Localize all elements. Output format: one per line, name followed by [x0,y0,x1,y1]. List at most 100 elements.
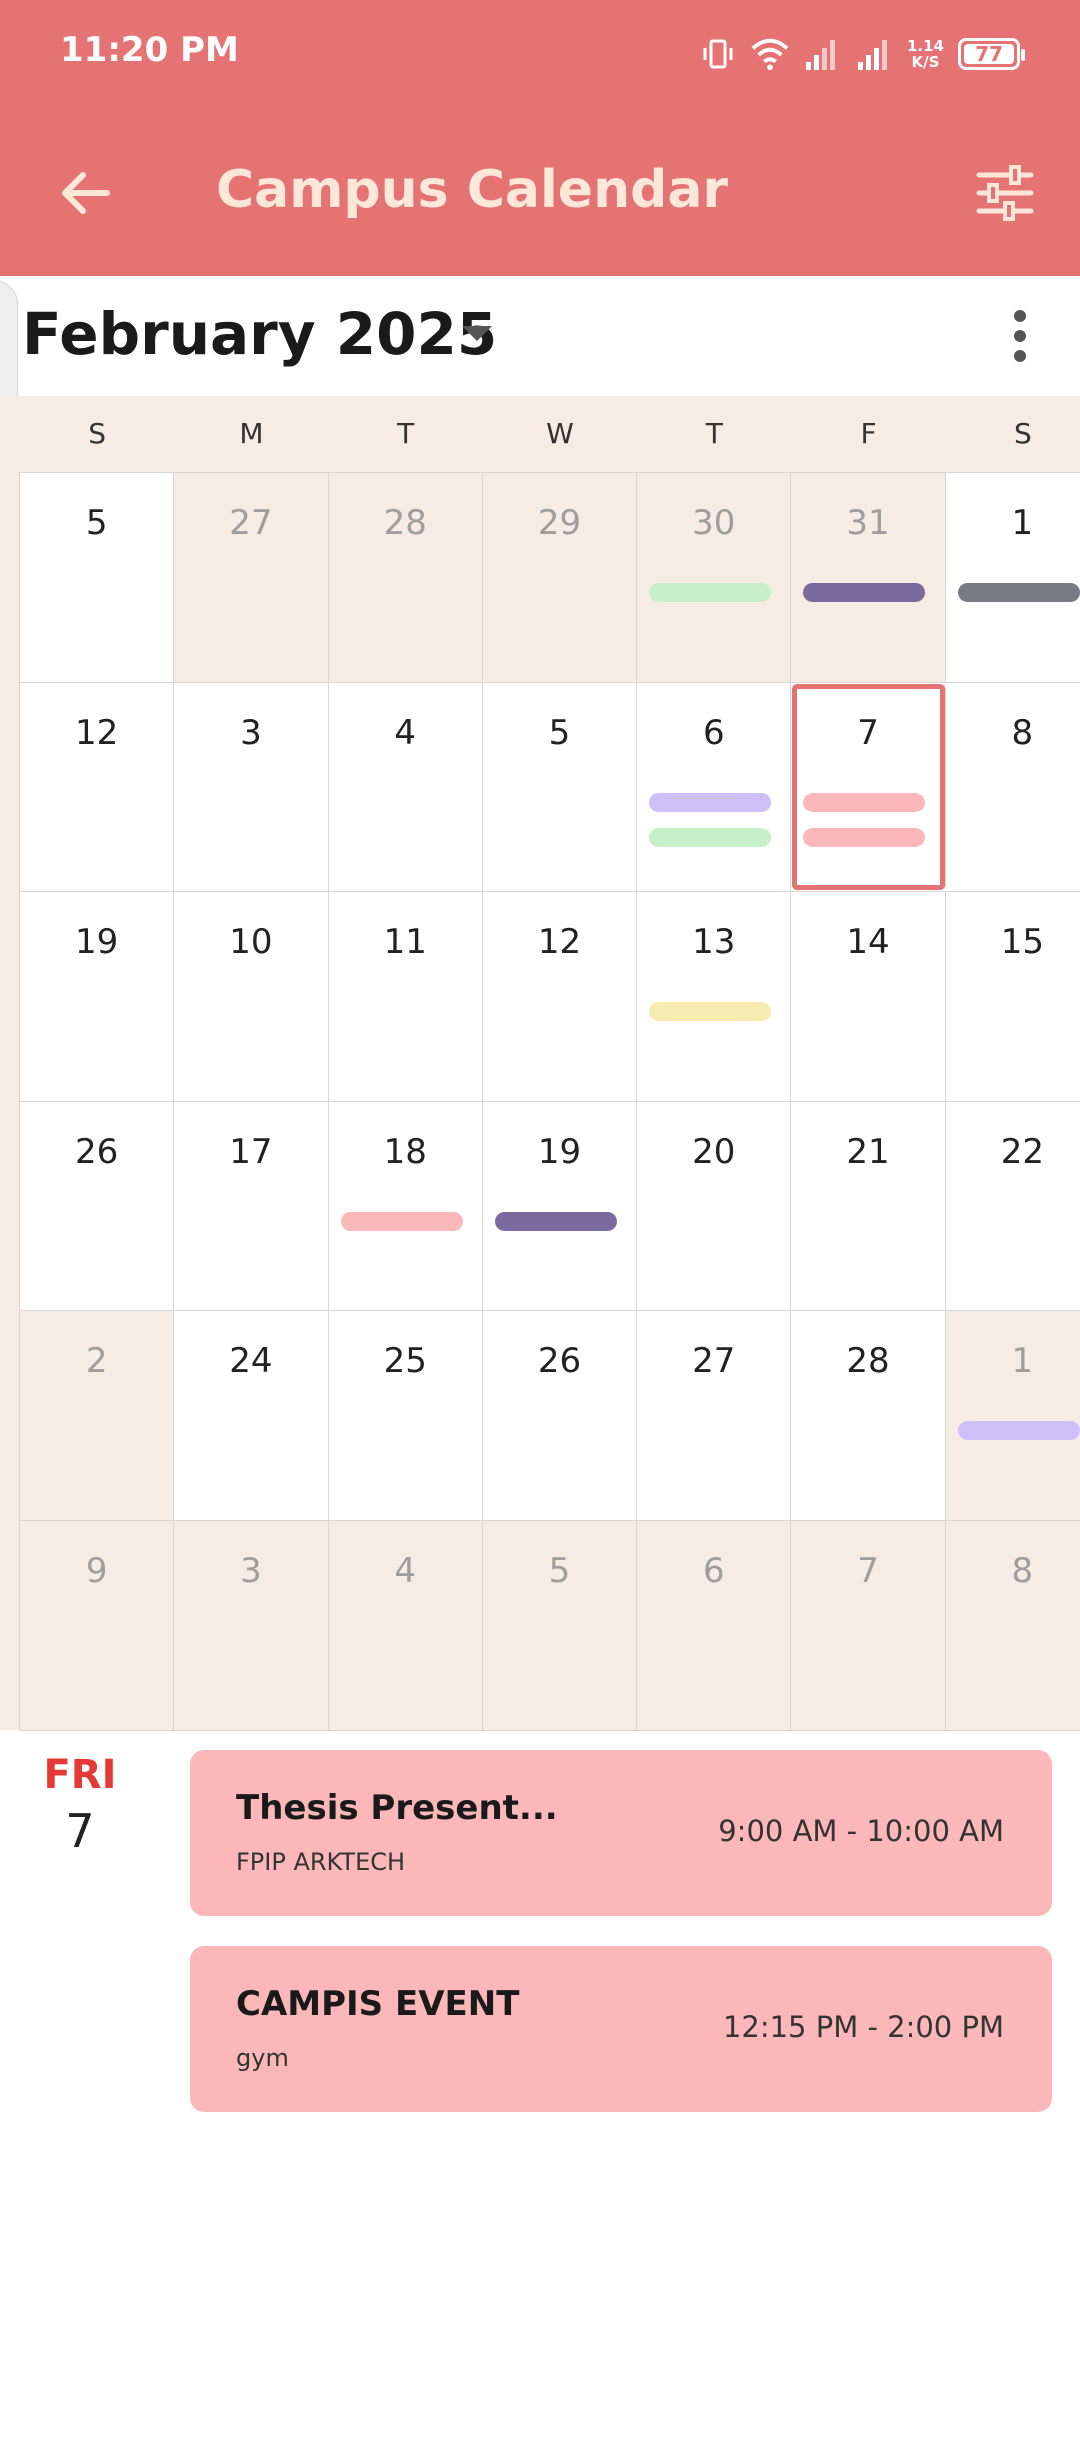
day-cell[interactable]: 5 [483,682,638,892]
day-number: 8 [1011,1550,1034,1591]
day-number: 21 [846,1131,890,1172]
day-cell[interactable]: 26 [483,1311,638,1520]
day-cell[interactable]: 15 [946,892,1080,1101]
day-cell[interactable]: 5 [20,473,175,682]
day-number: 9 [85,1550,108,1591]
day-number: 5 [85,503,108,543]
day-cell[interactable]: 26 [20,1101,175,1311]
day-number: 26 [75,1131,119,1172]
day-cell[interactable]: 30 [637,473,792,682]
day-number: 28 [846,1341,890,1382]
event-indicator [494,1211,617,1231]
signal-icon [803,34,841,74]
day-cell[interactable]: 9 [20,1520,175,1730]
day-cell[interactable]: 8 [946,683,1080,892]
grid-gutter [0,472,20,1730]
day-number: 28 [383,503,427,543]
day-cell[interactable]: 8 [945,1520,1080,1730]
day-cell[interactable]: 31 [791,473,946,682]
day-cell[interactable]: 12 [483,892,638,1101]
day-cell[interactable]: 13 [637,892,792,1101]
weekday-gutter [0,396,20,472]
day-cell[interactable]: 14 [791,892,946,1101]
day-number: 11 [383,922,427,963]
day-number: 3 [240,1550,262,1591]
day-cell[interactable]: 21 [791,1101,946,1311]
day-number: 5 [548,1550,571,1591]
month-selector[interactable]: February 2025 [22,300,497,368]
day-cell[interactable]: 22 [946,1102,1080,1311]
weekday-label: S [1013,417,1032,450]
weekday-label: M [239,417,264,450]
day-cell[interactable]: 3 [174,682,329,892]
day-cell[interactable]: 1 [946,473,1080,682]
wifi-icon [751,34,789,74]
day-cell[interactable]: 27 [174,473,329,682]
filter-button[interactable] [970,158,1040,228]
arrow-left-icon [62,172,110,214]
day-cell[interactable]: 12 [20,682,175,892]
day-cell[interactable]: 1 [945,1311,1080,1520]
page-title: Campus Calendar [216,160,729,220]
day-number: 7 [857,1550,879,1591]
more-vert-icon [1014,310,1026,322]
event-indicator [649,792,772,812]
day-number: 18 [383,1131,427,1172]
day-cell[interactable]: 28 [791,1311,946,1520]
event-card[interactable]: Thesis Present... FPIP ARKTECH 9:00 AM -… [190,1750,1052,1916]
caret-down-icon[interactable] [462,326,492,341]
event-location: gym [236,2044,289,2072]
day-number: 17 [229,1131,273,1172]
day-cell[interactable]: 24 [174,1311,329,1520]
day-cell[interactable]: 18 [329,1101,483,1311]
day-cell[interactable]: 4 [328,1520,483,1730]
day-cell[interactable]: 29 [482,473,638,682]
event-location: FPIP ARKTECH [236,1848,406,1876]
day-cell[interactable]: 7 [791,1520,946,1730]
day-number: 6 [702,1550,725,1591]
day-number: 19 [75,922,119,963]
day-cell[interactable]: 17 [174,1101,329,1311]
day-number: 15 [1000,922,1044,963]
day-number: 27 [692,1341,736,1382]
day-cell[interactable]: 6 [637,682,792,892]
day-cell[interactable]: 3 [174,1520,329,1730]
weekday-label: S [88,417,107,450]
day-number: 22 [1000,1131,1044,1172]
net-speed: 1.14 K/S [906,37,944,71]
day-number: 31 [846,503,890,543]
day-number: 10 [229,922,273,963]
event-indicator [803,583,926,602]
sliders-icon [976,165,1034,221]
day-cell[interactable]: 25 [329,1311,483,1520]
day-cell[interactable]: 20 [637,1101,792,1311]
week-row: 26 17 18 19 20 21 22 [20,1101,1080,1312]
weekday-header: SMTWTFS [20,396,1080,472]
event-card[interactable]: CAMPIS EVENT gym 12:15 PM - 2:00 PM [190,1946,1052,2112]
day-number: 2 [85,1341,108,1382]
day-cell[interactable]: 6 [637,1520,792,1730]
day-number: 12 [75,712,119,753]
day-cell[interactable]: 11 [329,892,483,1101]
day-number: 26 [537,1341,582,1382]
day-cell[interactable]: 28 [328,473,483,682]
status-time: 11:20 PM [60,30,239,70]
status-icons: 1.14 K/S 77 [699,30,1025,78]
weekday-label: W [546,417,574,450]
day-number: 24 [229,1341,273,1382]
day-cell[interactable]: 27 [637,1311,792,1520]
day-cell[interactable]: 19 [20,892,175,1101]
event-indicator [957,1421,1080,1441]
day-cell[interactable]: 2 [20,1311,175,1520]
day-cell-selected[interactable]: 7 [791,682,946,892]
event-indicator [340,1211,463,1231]
day-cell[interactable]: 10 [174,892,329,1101]
week-row: 2 24 25 26 27 28 1 [20,1311,1080,1521]
back-button[interactable] [50,158,120,228]
day-number: 1 [1011,1341,1034,1382]
day-cell[interactable]: 5 [482,1520,638,1730]
day-cell[interactable]: 4 [329,682,483,892]
week-row: 12 3 4 5 6 7 8 [20,682,1080,893]
day-cell[interactable]: 19 [483,1101,638,1311]
more-options-button[interactable] [1000,306,1040,366]
